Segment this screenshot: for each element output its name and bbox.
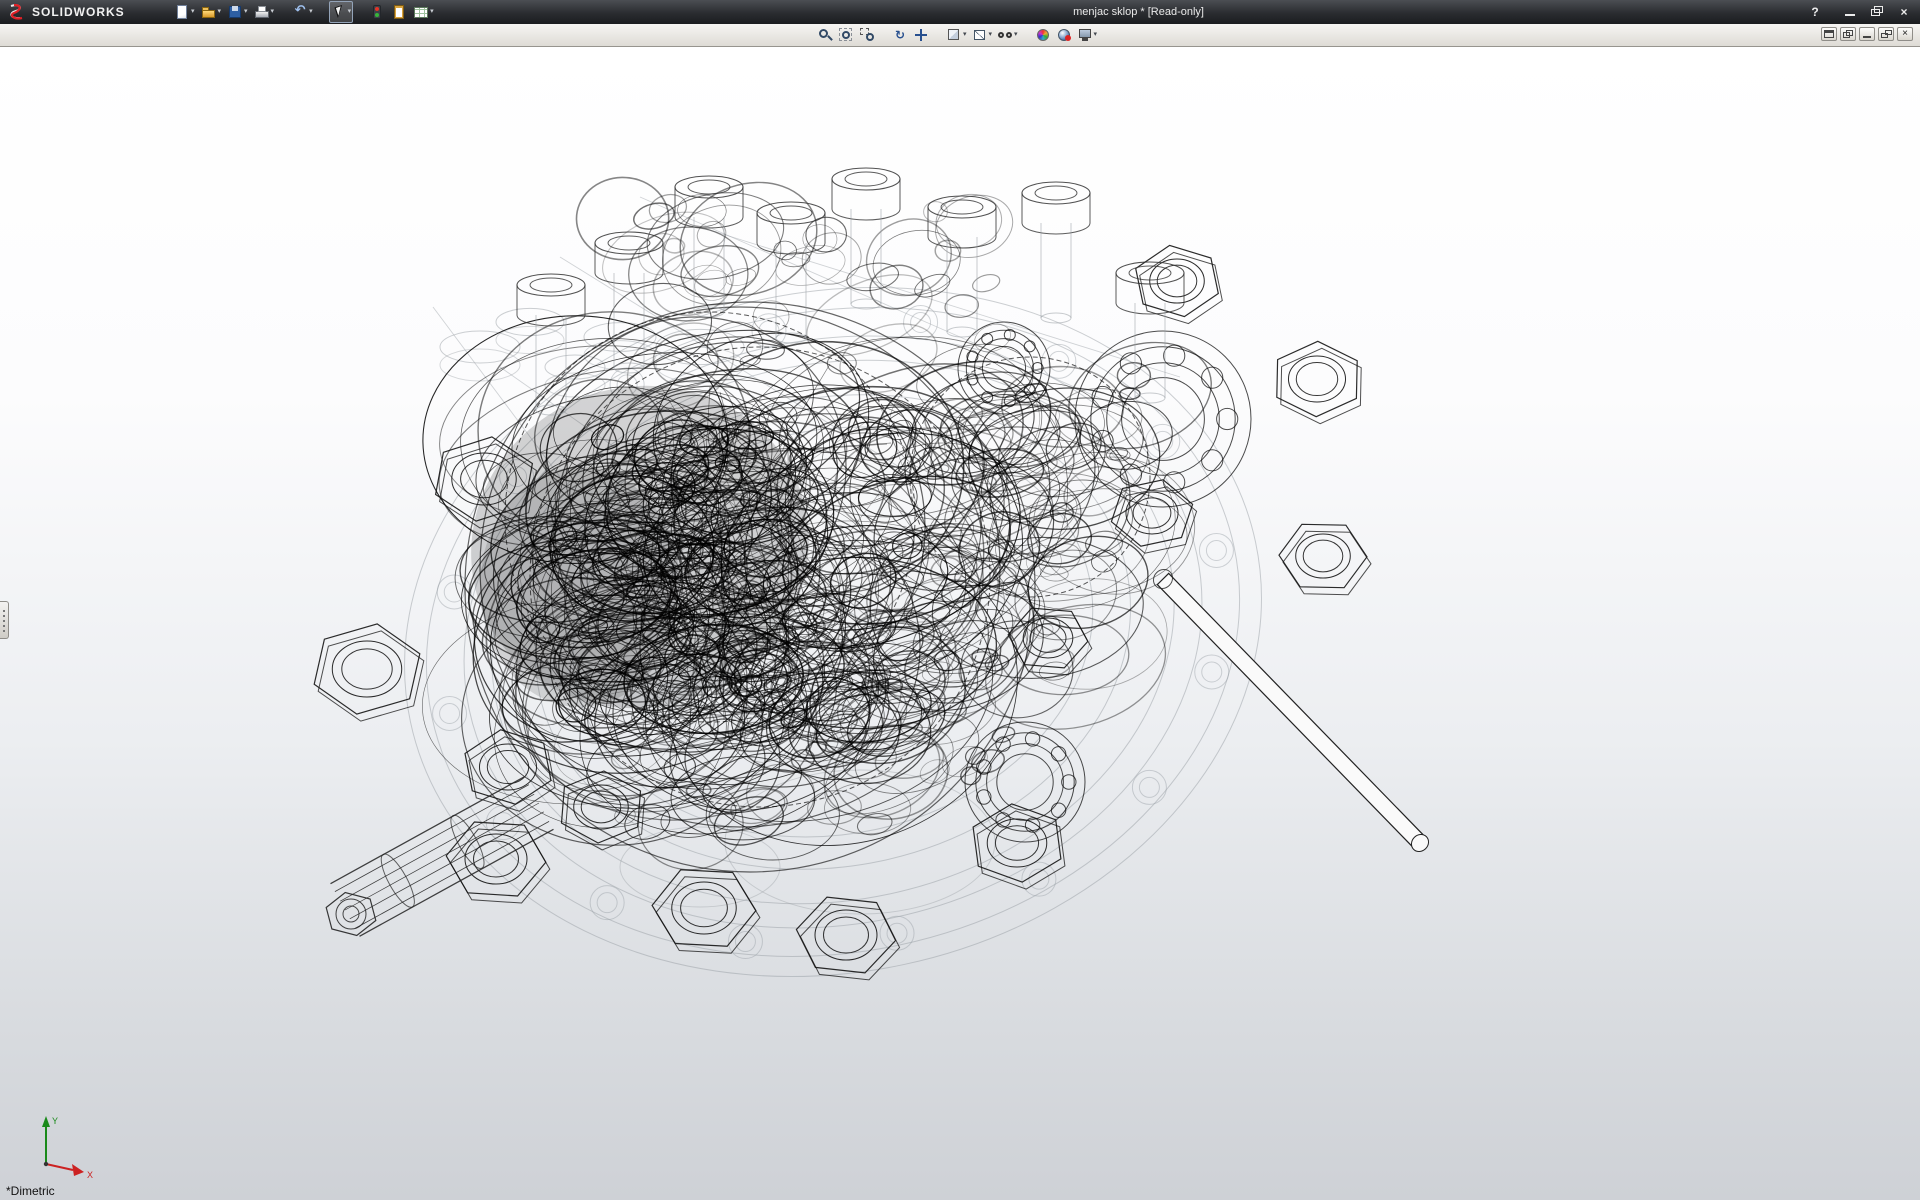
triad-origin	[44, 1162, 48, 1166]
new-document-button[interactable]: ▾	[172, 1, 197, 23]
tile-windows-button[interactable]	[1821, 27, 1837, 41]
spreadsheet-dropdown-caret[interactable]: ▾	[430, 2, 434, 22]
solidworks-logo-icon	[7, 3, 27, 21]
file-properties-button[interactable]	[389, 1, 409, 23]
print-button[interactable]: ▾	[252, 1, 277, 23]
display-style-dropdown-caret[interactable]: ▾	[989, 25, 993, 45]
undo-button[interactable]: ▾	[290, 1, 315, 23]
print-dropdown-caret[interactable]: ▾	[271, 2, 275, 22]
close-button[interactable]: ×	[1892, 3, 1916, 20]
y-axis-arrow	[42, 1116, 50, 1127]
orientation-triad: Y X	[10, 1112, 100, 1184]
standard-views-icon	[946, 27, 962, 43]
view-settings-icon	[1077, 27, 1093, 43]
rebuild-icon	[369, 4, 385, 20]
file-properties-icon	[391, 4, 407, 20]
solidworks-window: SOLIDWORKS ▾ ▾ ▾ ▾ ▾ ▾ ▾ menjac sklop * [Read-…	[0, 0, 1920, 1200]
edit-appearance-button[interactable]	[1054, 24, 1074, 46]
open-button[interactable]: ▾	[199, 1, 224, 23]
hide-show-items-dropdown-caret[interactable]: ▾	[1014, 25, 1018, 45]
wireframe-model[interactable]	[0, 47, 1920, 1200]
edit-appearance-icon	[1056, 27, 1072, 43]
new-document-icon	[174, 4, 190, 20]
new-document-dropdown-caret[interactable]: ▾	[191, 2, 195, 22]
apply-scene-button[interactable]	[1033, 24, 1053, 46]
minimize-button[interactable]	[1838, 3, 1862, 20]
restore-button[interactable]	[1865, 3, 1889, 20]
zoom-to-area-button[interactable]	[857, 24, 877, 46]
rotate-view-icon	[892, 27, 908, 43]
view-toolbar-row: ▾ ▾ ▾ ▾ ×	[0, 24, 1920, 47]
hide-show-items-icon	[997, 27, 1013, 43]
minimize-document-button[interactable]	[1859, 27, 1875, 41]
select-icon	[331, 4, 347, 20]
panel-splitter-handle[interactable]	[0, 601, 9, 639]
pan-button[interactable]	[911, 24, 931, 46]
help-button[interactable]: ?	[1803, 3, 1827, 20]
rebuild-button[interactable]	[367, 1, 387, 23]
x-axis-label: X	[87, 1170, 93, 1180]
print-icon	[254, 4, 270, 20]
zoom-to-area-icon	[859, 27, 875, 43]
y-axis-label: Y	[52, 1116, 58, 1126]
app-window-controls: ?×	[1803, 3, 1916, 20]
display-style-button[interactable]: ▾	[970, 24, 995, 46]
save-dropdown-caret[interactable]: ▾	[244, 2, 248, 22]
zoom-in-out-button[interactable]	[815, 24, 835, 46]
open-dropdown-caret[interactable]: ▾	[218, 2, 222, 22]
restore-document-button[interactable]	[1878, 27, 1894, 41]
open-icon	[201, 4, 217, 20]
save-button[interactable]: ▾	[225, 1, 250, 23]
view-orientation-label: *Dimetric	[6, 1184, 55, 1198]
standard-toolbar: ▾ ▾ ▾ ▾ ▾ ▾ ▾	[172, 2, 436, 22]
undo-dropdown-caret[interactable]: ▾	[309, 2, 313, 22]
select-dropdown-caret[interactable]: ▾	[348, 2, 352, 22]
graphics-area[interactable]: Y X *Dimetric	[0, 47, 1920, 1200]
x-axis-line	[46, 1164, 73, 1170]
document-window-controls: ×	[1821, 27, 1913, 41]
display-style-icon	[972, 27, 988, 43]
select-button[interactable]: ▾	[329, 1, 354, 23]
x-axis-arrow	[72, 1164, 84, 1176]
undo-icon	[292, 4, 308, 20]
standard-views-dropdown-caret[interactable]: ▾	[963, 25, 967, 45]
close-document-button[interactable]: ×	[1897, 27, 1913, 41]
view-settings-button[interactable]: ▾	[1075, 24, 1100, 46]
cascade-windows-button[interactable]	[1840, 27, 1856, 41]
zoom-in-out-icon	[817, 27, 833, 43]
zoom-to-fit-icon	[838, 27, 854, 43]
brand-name: SOLIDWORKS	[32, 5, 125, 19]
spreadsheet-icon	[413, 4, 429, 20]
apply-scene-icon	[1035, 27, 1051, 43]
rotate-view-button[interactable]	[890, 24, 910, 46]
zoom-to-fit-button[interactable]	[836, 24, 856, 46]
view-toolbar: ▾ ▾ ▾ ▾	[815, 25, 1099, 45]
titlebar: SOLIDWORKS ▾ ▾ ▾ ▾ ▾ ▾ ▾ menjac sklop * [Read-…	[0, 0, 1920, 24]
pan-icon	[913, 27, 929, 43]
solidworks-logo: SOLIDWORKS	[0, 3, 167, 21]
hide-show-items-button[interactable]: ▾	[995, 24, 1020, 46]
document-title: menjac sklop * [Read-only]	[1073, 0, 1204, 24]
standard-views-button[interactable]: ▾	[944, 24, 969, 46]
spreadsheet-button[interactable]: ▾	[411, 1, 436, 23]
view-settings-dropdown-caret[interactable]: ▾	[1094, 25, 1098, 45]
save-icon	[227, 4, 243, 20]
